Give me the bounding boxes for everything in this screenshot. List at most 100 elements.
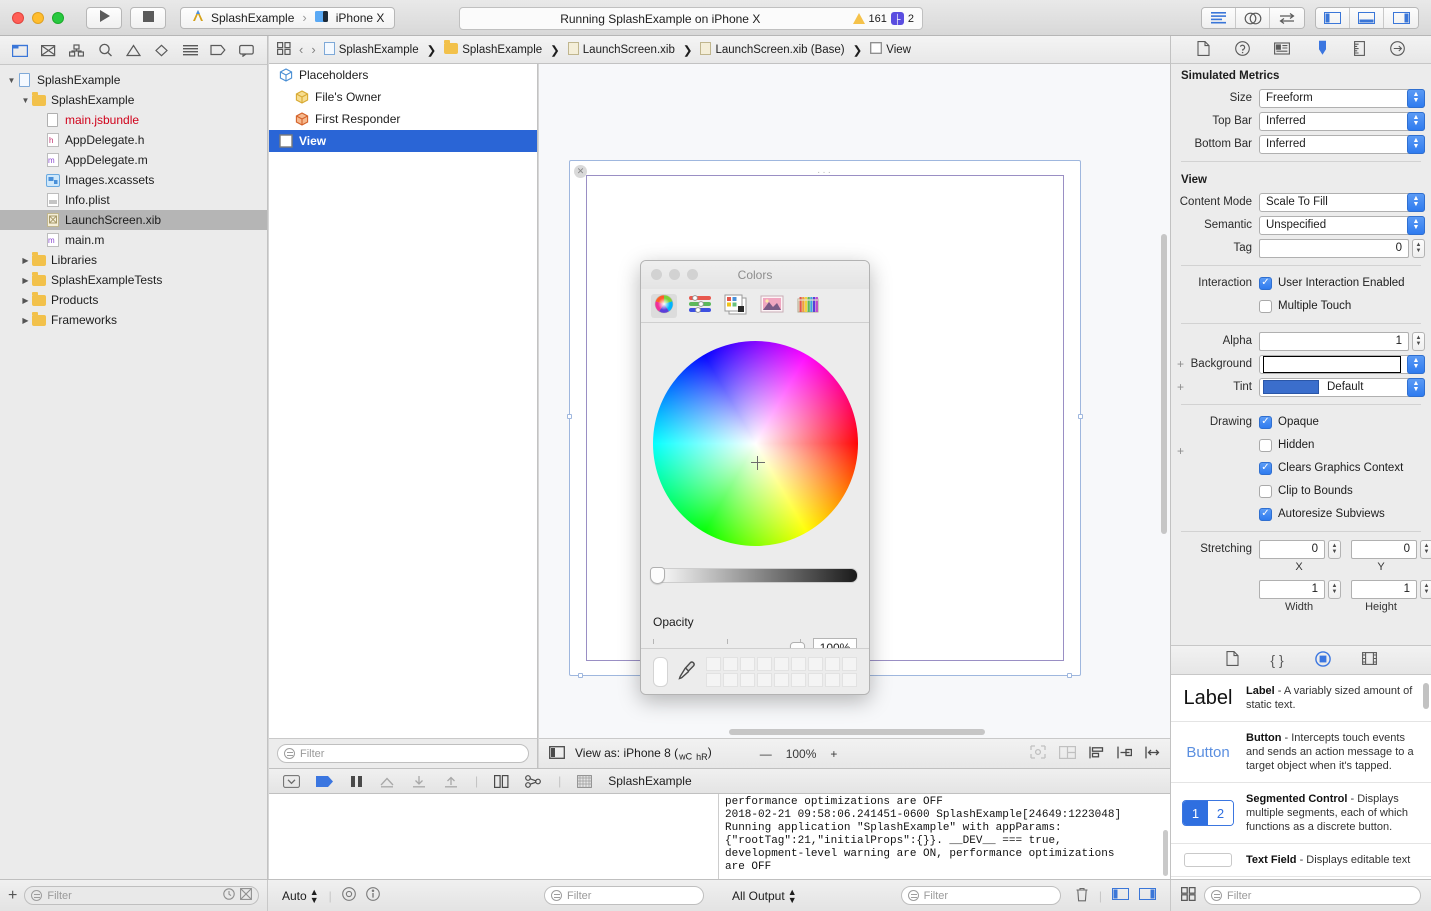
bottom-bar-popup[interactable]: Inferred ▲ ▼ — [1259, 134, 1425, 154]
top-bar-popup[interactable]: Inferred ▲ ▼ — [1259, 111, 1425, 131]
variables-filter-input[interactable]: Filter — [544, 886, 704, 905]
quick-help-icon[interactable] — [1234, 40, 1250, 59]
disclosure-triangle-icon[interactable]: ▶ — [20, 276, 31, 285]
breadcrumb-item-xib[interactable]: LaunchScreen.xib — [567, 41, 675, 58]
content-mode-popup[interactable]: Scale To Fill ▲ ▼ — [1259, 192, 1425, 212]
toggle-navigator-button[interactable] — [1316, 8, 1350, 28]
panel-toggle-segment[interactable] — [1315, 7, 1419, 29]
breadcrumb-item-group[interactable]: SplashExample — [444, 39, 542, 57]
project-navigator-icon[interactable] — [10, 41, 30, 59]
stretching-width-field[interactable]: 1 — [1259, 579, 1325, 599]
brightness-slider[interactable] — [653, 568, 858, 583]
editor-mode-segment[interactable] — [1201, 7, 1305, 29]
eyedropper-icon[interactable] — [678, 660, 696, 683]
tree-row[interactable]: ▼ SplashExample — [0, 90, 267, 110]
resize-handle-left[interactable] — [567, 414, 572, 419]
hide-debug-area-icon[interactable] — [283, 772, 300, 790]
library-tab-bar[interactable]: { } — [1171, 645, 1431, 675]
colors-window-controls[interactable] — [651, 269, 698, 280]
resize-handle-bottom-left[interactable] — [578, 673, 583, 678]
stretching-width-stepper[interactable]: ▲ ▼ — [1328, 579, 1341, 599]
stop-button[interactable] — [130, 6, 166, 29]
info-icon[interactable] — [365, 887, 380, 904]
canvas-vertical-scrollbar[interactable] — [1161, 234, 1167, 534]
output-scope-selector[interactable]: All Output ▲ ▼ — [732, 887, 797, 904]
view-as-control[interactable]: View as: iPhone 8 ( wC hR) — [575, 745, 712, 761]
color-wheel-area[interactable] — [641, 323, 869, 613]
clears-graphics-context-checkbox[interactable]: ✓ — [1259, 461, 1272, 475]
disclosure-triangle-icon[interactable]: ▶ — [20, 316, 31, 325]
pin-icon[interactable] — [1117, 746, 1133, 762]
tree-row[interactable]: main.jsbundle — [0, 110, 267, 130]
source-control-navigator-icon[interactable] — [38, 41, 58, 59]
breadcrumb-item-view[interactable]: View — [870, 42, 911, 57]
view-hierarchy-icon[interactable] — [494, 772, 509, 790]
object-library-icon[interactable] — [1314, 650, 1331, 670]
background-color-well[interactable] — [1263, 355, 1401, 373]
color-wheel[interactable] — [653, 341, 858, 546]
row-background[interactable]: Background ▲▼ — [1171, 353, 1431, 375]
hidden-checkbox[interactable] — [1259, 438, 1272, 452]
test-navigator-icon[interactable] — [152, 41, 172, 59]
semantic-popup[interactable]: Unspecified ▲ ▼ — [1259, 215, 1425, 235]
code-snippet-library-icon[interactable]: { } — [1270, 652, 1283, 668]
stretching-height-field[interactable]: 1 — [1351, 579, 1417, 599]
standard-editor-button[interactable] — [1202, 8, 1236, 28]
close-window-button[interactable] — [12, 11, 24, 24]
attributes-inspector-icon[interactable] — [1315, 40, 1330, 60]
inspector-tab-bar[interactable] — [1171, 36, 1431, 64]
resize-handle-right[interactable] — [1078, 414, 1083, 419]
document-outline-pane[interactable]: Placeholders File's Owner First Responde… — [269, 64, 538, 738]
variables-view[interactable] — [269, 794, 719, 879]
issue-counts[interactable]: 161 ├ 2 — [852, 12, 914, 25]
scope-selector[interactable]: Auto ▲ ▼ — [282, 887, 319, 904]
stretching-x-field[interactable]: 0 — [1259, 539, 1325, 559]
toggle-inspector-button[interactable] — [1384, 8, 1418, 28]
opaque-checkbox[interactable]: ✓ — [1259, 415, 1272, 429]
row-tag[interactable]: Tag 0 ▲ ▼ — [1171, 237, 1431, 259]
clip-to-bounds-checkbox[interactable] — [1259, 484, 1272, 498]
disclosure-triangle-icon[interactable]: ▼ — [6, 76, 17, 85]
row-tint[interactable]: Tint Default ▲▼ — [1171, 376, 1431, 398]
tag-field[interactable]: 0 — [1259, 238, 1409, 258]
watch-icon[interactable] — [341, 887, 356, 904]
clear-console-icon[interactable] — [1075, 887, 1089, 905]
search-navigator-icon[interactable] — [95, 41, 115, 59]
tree-row[interactable]: ▼ SplashExample — [0, 70, 267, 90]
autolayout-controls[interactable] — [1030, 745, 1160, 762]
show-variables-view-icon[interactable] — [1112, 888, 1129, 903]
outline-item-placeholders[interactable]: Placeholders — [269, 64, 537, 86]
row-hidden[interactable]: Hidden — [1171, 434, 1431, 458]
debug-navigator-icon[interactable] — [180, 41, 200, 59]
row-size[interactable]: Size Freeform ▲ ▼ — [1171, 87, 1431, 109]
assistant-editor-button[interactable] — [1236, 8, 1270, 28]
colors-panel[interactable]: Colors Opacity — [640, 260, 870, 695]
tree-row[interactable]: m AppDelegate.m — [0, 150, 267, 170]
scheme-selector[interactable]: SplashExample › iPhone X — [180, 6, 396, 29]
step-into-icon[interactable] — [411, 772, 427, 790]
row-multiple-touch[interactable]: Multiple Touch — [1171, 295, 1431, 317]
disclosure-triangle-icon[interactable]: ▼ — [20, 96, 31, 105]
go-forward-button[interactable]: › — [311, 42, 315, 57]
swatch-bar[interactable] — [641, 648, 869, 694]
color-palettes-mode-button[interactable] — [723, 294, 749, 318]
tree-row-launchscreen[interactable]: LaunchScreen.xib — [0, 210, 267, 230]
row-top-bar[interactable]: Top Bar Inferred ▲ ▼ — [1171, 110, 1431, 132]
stretching-x-stepper[interactable]: ▲ ▼ — [1328, 539, 1341, 559]
object-library-list[interactable]: Label Label - A variably sized amount of… — [1171, 675, 1431, 879]
update-frames-icon[interactable] — [1030, 745, 1046, 762]
row-interaction[interactable]: Interaction ✓ User Interaction Enabled — [1171, 272, 1431, 294]
tint-color-well[interactable] — [1263, 380, 1319, 394]
project-navigator-tree[interactable]: ▼ SplashExample ▼ SplashExample main.jsb… — [0, 65, 267, 847]
issue-navigator-icon[interactable] — [123, 41, 143, 59]
step-out-icon[interactable] — [443, 772, 459, 790]
alpha-stepper[interactable]: ▲ ▼ — [1412, 331, 1425, 351]
user-interaction-checkbox[interactable]: ✓ — [1259, 276, 1272, 290]
related-items-icon[interactable] — [277, 41, 291, 58]
row-bottom-bar[interactable]: Bottom Bar Inferred ▲ ▼ — [1171, 133, 1431, 155]
stretching-height-stepper[interactable]: ▲ ▼ — [1420, 579, 1431, 599]
row-clears-graphics-context[interactable]: ✓ Clears Graphics Context — [1171, 457, 1431, 479]
background-color-popup[interactable]: ▲ ▼ — [1259, 354, 1425, 374]
multiple-touch-checkbox[interactable] — [1259, 299, 1272, 313]
pause-icon[interactable] — [350, 772, 363, 790]
